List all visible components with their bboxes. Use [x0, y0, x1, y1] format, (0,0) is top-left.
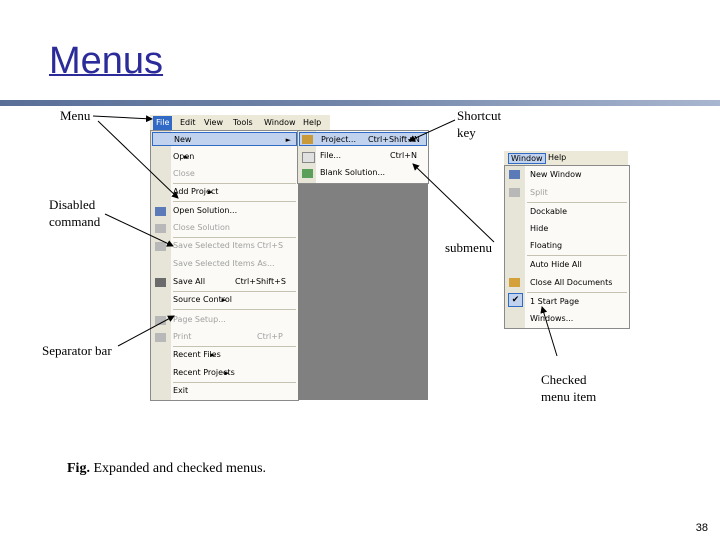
open-solution-icon — [155, 207, 166, 216]
slide-title: Menus — [49, 40, 164, 82]
figure-caption: Fig. Expanded and checked menus. — [67, 461, 267, 476]
label-checked-menu-item: Checked menu item — [541, 372, 597, 404]
menubar-help[interactable]: Help — [303, 118, 321, 127]
separator-bar — [527, 255, 627, 256]
separator-bar — [173, 309, 296, 310]
menu-item-save-selected-as: Save Selected Items As... — [173, 259, 275, 268]
menubar-help[interactable]: Help — [548, 153, 566, 162]
menu-item-print: Print Ctrl+P — [173, 332, 283, 341]
menu-item-file[interactable]: File... Ctrl+N — [320, 149, 417, 163]
menu-item-split: Split — [530, 188, 548, 197]
menubar-tools[interactable]: Tools — [233, 118, 253, 127]
separator-bar — [173, 237, 296, 238]
menu-item-new-window[interactable]: New Window — [530, 168, 582, 182]
menu-item-source-control[interactable]: Source Control ► — [173, 293, 232, 307]
menu-item-open-solution[interactable]: Open Solution... — [173, 204, 237, 218]
menubar-view[interactable]: View — [204, 118, 223, 127]
menu-gutter — [151, 131, 171, 400]
label-shortcut-key: Shortcut key — [457, 108, 502, 140]
page-setup-icon — [155, 316, 166, 325]
menu-item-page-setup: Page Setup... — [173, 315, 226, 324]
save-icon — [155, 242, 166, 251]
menu-item-start-page[interactable]: 1 Start Page — [530, 295, 579, 309]
save-all-icon — [155, 278, 166, 287]
window-menu-bar: Window Help — [504, 151, 628, 166]
label-menu: Menu — [60, 108, 91, 123]
print-icon — [155, 333, 166, 342]
menu-item-recent-projects[interactable]: Recent Projects ► — [173, 366, 235, 380]
page-number: 38 — [695, 522, 708, 534]
new-window-icon — [509, 170, 520, 179]
file-menu: New ► Open ► Close Add Project ► Open Solut… — [150, 130, 299, 401]
menu-item-project[interactable]: Project... Ctrl+Shift+N — [299, 132, 427, 146]
menubar-window[interactable]: Window — [508, 153, 546, 164]
menu-item-exit[interactable]: Exit — [173, 384, 188, 398]
menu-item-dockable[interactable]: Dockable — [530, 205, 567, 219]
menu-item-close: Close — [173, 169, 195, 178]
label-separator-bar: Separator bar — [42, 343, 112, 358]
menu-item-open[interactable]: Open ► — [173, 150, 194, 164]
new-submenu: Project... Ctrl+Shift+N File... Ctrl+N Bla… — [297, 130, 429, 184]
separator-bar — [527, 202, 627, 203]
menu-item-floating[interactable]: Floating — [530, 239, 562, 253]
menu-item-blank-solution[interactable]: Blank Solution... — [320, 166, 385, 180]
close-solution-icon — [155, 224, 166, 233]
separator-bar — [173, 201, 296, 202]
project-icon — [302, 135, 313, 144]
menubar-window[interactable]: Window — [264, 118, 296, 127]
label-disabled-command: Disabled command — [49, 197, 101, 229]
label-submenu: submenu — [445, 240, 492, 255]
close-all-documents-icon — [509, 278, 520, 287]
separator-bar — [527, 292, 627, 293]
menu-item-hide[interactable]: Hide — [530, 222, 548, 236]
menu-item-new[interactable]: New ► — [152, 132, 297, 146]
menubar-edit[interactable]: Edit — [180, 118, 196, 127]
separator-bar — [173, 183, 296, 184]
menu-item-save-selected: Save Selected Items Ctrl+S — [173, 241, 284, 250]
menu-item-add-project[interactable]: Add Project ► — [173, 185, 218, 199]
check-mark-icon: ✔ — [508, 293, 523, 307]
split-icon — [509, 188, 520, 197]
window-menu: New Window Split Dockable Hide Floating … — [504, 165, 630, 329]
menu-item-windows[interactable]: Windows... — [530, 312, 573, 326]
separator-bar — [173, 346, 296, 347]
menu-item-auto-hide-all[interactable]: Auto Hide All — [530, 258, 582, 272]
menu-item-close-all-documents[interactable]: Close All Documents — [530, 276, 612, 290]
title-rule — [0, 100, 720, 106]
separator-bar — [173, 382, 296, 383]
blank-solution-icon — [302, 169, 313, 178]
arrow-menu-to-menubar — [92, 115, 153, 123]
menu-item-save-all[interactable]: Save All Ctrl+Shift+S — [173, 275, 286, 289]
menu-item-close-solution: Close Solution — [173, 223, 230, 232]
separator-bar — [173, 291, 296, 292]
menu-item-recent-files[interactable]: Recent Files ► — [173, 348, 221, 362]
menubar-file[interactable]: File — [153, 116, 173, 130]
file-icon — [302, 152, 315, 163]
